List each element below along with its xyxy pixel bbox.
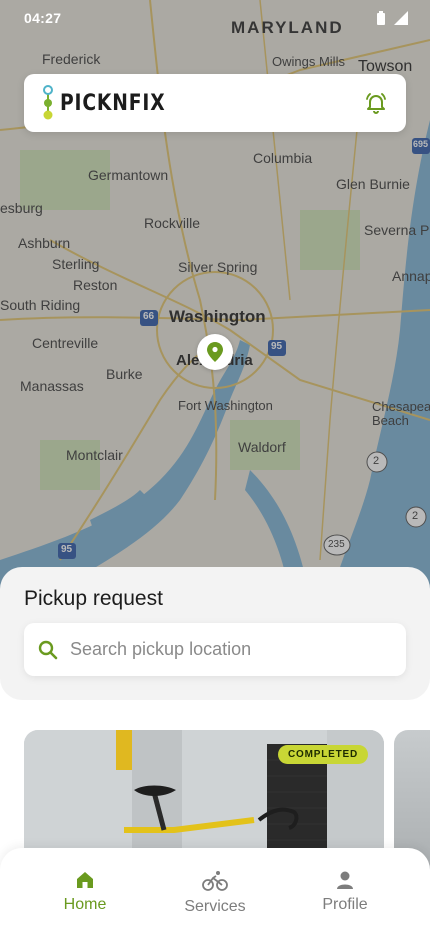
- nav-label-services: Services: [184, 898, 246, 915]
- bottom-navigation: Home Services Profile: [0, 848, 430, 932]
- pickup-title: Pickup request: [24, 587, 163, 610]
- current-location-pin[interactable]: [197, 334, 233, 370]
- pickup-search-input[interactable]: [70, 639, 392, 660]
- app-header: PICKNFIX: [24, 74, 406, 132]
- battery-icon: [377, 11, 385, 25]
- logo-mark-icon: [43, 85, 53, 120]
- bicycle-icon: [202, 871, 228, 891]
- app-logo: PICKNFIX: [42, 85, 184, 121]
- logo-text: PICKNFIX: [60, 90, 166, 116]
- nav-profile[interactable]: Profile: [295, 848, 395, 932]
- status-time: 04:27: [24, 10, 62, 26]
- status-badge: COMPLETED: [278, 745, 368, 764]
- nav-label-profile: Profile: [322, 896, 368, 913]
- status-icons: [376, 11, 408, 25]
- home-icon: [77, 872, 93, 888]
- pickup-request-panel: Pickup request: [0, 567, 430, 700]
- map-pin-icon: [207, 342, 223, 362]
- signal-icon: [394, 11, 408, 25]
- status-bar: 04:27: [0, 0, 430, 36]
- search-icon: [38, 640, 58, 659]
- nav-home[interactable]: Home: [35, 848, 135, 932]
- nav-label-home: Home: [63, 896, 107, 913]
- nav-services[interactable]: Services: [165, 848, 265, 932]
- pickup-search-box[interactable]: [24, 623, 406, 676]
- person-icon: [337, 871, 353, 889]
- bell-icon[interactable]: [364, 91, 388, 115]
